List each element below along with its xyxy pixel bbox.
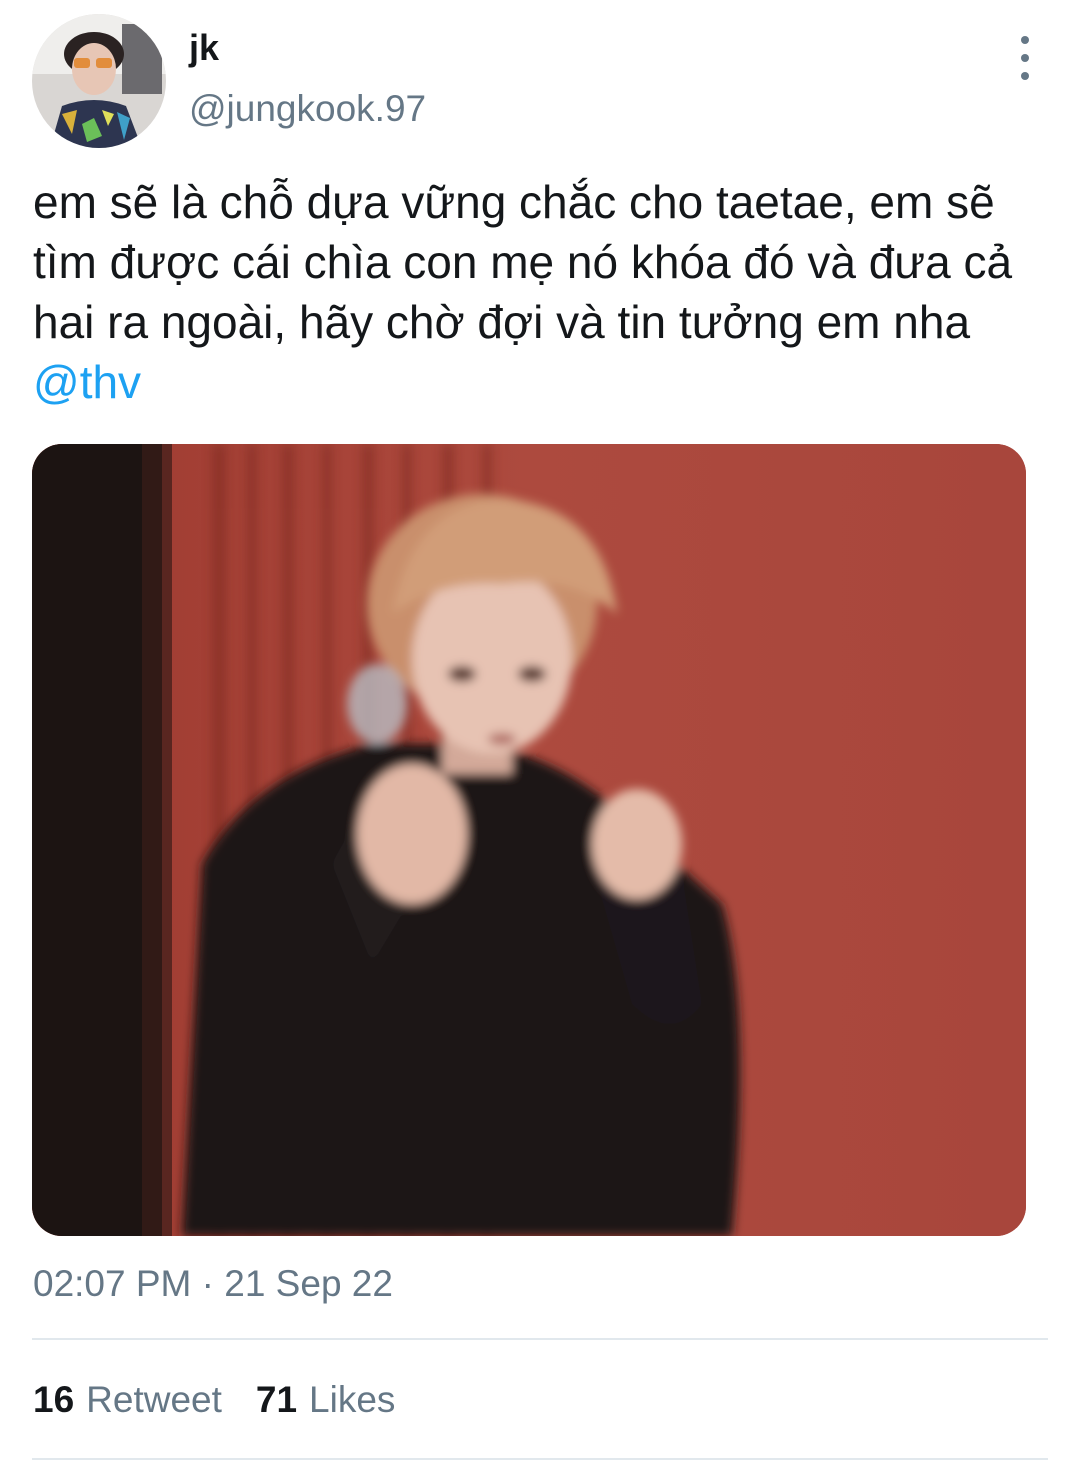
media-photo xyxy=(32,444,1026,1236)
likes-stat[interactable]: 71 Likes xyxy=(256,1378,396,1422)
tweet-body: em sẽ là chỗ dựa vững chắc cho taetae, e… xyxy=(33,176,1013,348)
mention-link[interactable]: @thv xyxy=(33,356,141,408)
retweet-stat[interactable]: 16 Retweet xyxy=(33,1378,222,1422)
retweet-count: 16 xyxy=(33,1379,75,1420)
retweet-label: Retweet xyxy=(86,1379,222,1420)
tweet-text: em sẽ là chỗ dựa vững chắc cho taetae, e… xyxy=(33,172,1043,412)
avatar-image xyxy=(32,14,166,148)
more-dot xyxy=(1021,54,1029,62)
likes-count: 71 xyxy=(255,1379,298,1420)
likes-label: Likes xyxy=(309,1379,396,1420)
more-dot xyxy=(1021,72,1029,80)
tweet-stats: 16 Retweet 71 Likes xyxy=(33,1378,429,1422)
more-dot xyxy=(1021,36,1029,44)
user-handle[interactable]: @jungkook.97 xyxy=(189,88,426,130)
divider xyxy=(32,1458,1048,1460)
tweet-media-image[interactable] xyxy=(32,444,1026,1236)
more-vertical-icon[interactable] xyxy=(1006,36,1044,80)
avatar[interactable] xyxy=(32,14,166,148)
tweet-timestamp[interactable]: 02:07 PM · 21 Sep 22 xyxy=(33,1262,393,1306)
divider xyxy=(32,1338,1048,1340)
display-name[interactable]: jk xyxy=(189,28,219,68)
